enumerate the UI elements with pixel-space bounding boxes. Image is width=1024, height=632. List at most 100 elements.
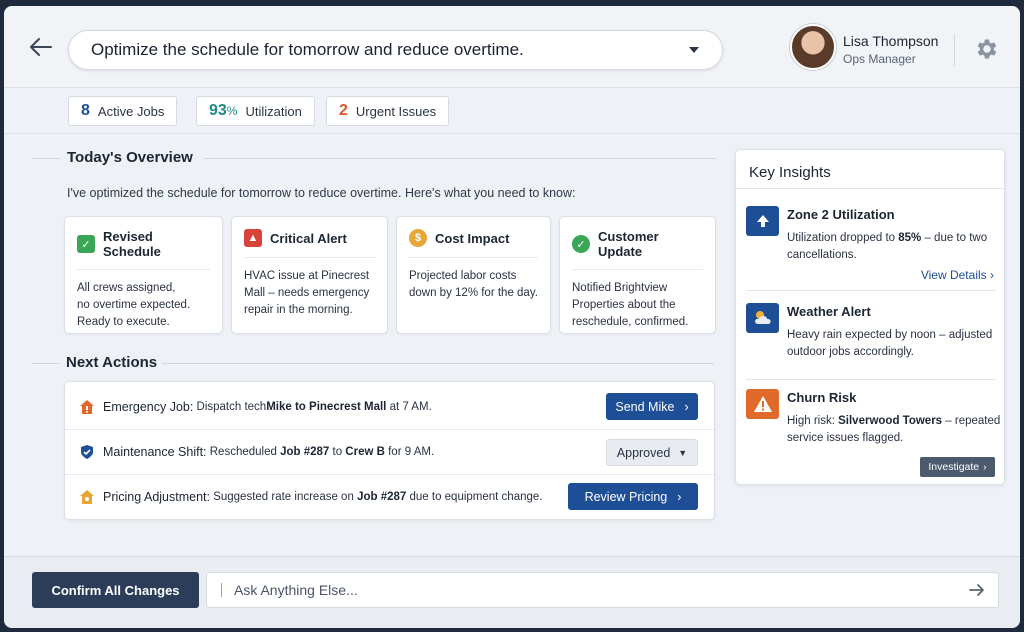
dollar-icon: $: [409, 229, 427, 247]
action-row-emergency-job: Emergency Job: Dispatch tech Mike to Pin…: [65, 384, 714, 429]
approved-dropdown[interactable]: Approved ▼: [606, 439, 698, 466]
stat-active-jobs[interactable]: 8 Active Jobs: [68, 96, 178, 126]
insight-text: High risk: Silverwood Towers – repeated …: [787, 413, 1002, 447]
stat-value: 93: [209, 102, 227, 119]
action-lead: Emergency Job:: [103, 399, 194, 414]
stat-urgent-issues[interactable]: 2 Urgent Issues: [326, 96, 450, 126]
card-title: Revised Schedule: [103, 229, 161, 259]
next-actions-title: Next Actions: [66, 354, 158, 371]
overview-title: Today's Overview: [67, 149, 193, 166]
card-critical-alert[interactable]: ▲ Critical Alert HVAC issue at Pinecrest…: [231, 216, 388, 334]
card-title: Cost Impact: [435, 230, 510, 246]
footer: Confirm All Changes Ask Anything Else...: [4, 556, 1020, 628]
stat-value: 2: [339, 102, 348, 119]
insight-zone2-utilization: Zone 2 Utilization Utilization dropped t…: [746, 206, 998, 286]
section-rule: [162, 363, 714, 364]
send-mike-button[interactable]: Send Mike ›: [606, 393, 698, 420]
action-bold: Mike to Pinecrest Mall: [266, 400, 387, 413]
divider: [736, 188, 1004, 189]
ask-input[interactable]: Ask Anything Else...: [206, 572, 999, 608]
section-rule: [204, 158, 716, 159]
divider: [746, 290, 996, 291]
stat-suffix: %: [226, 104, 238, 118]
card-line: Properties about the: [572, 299, 676, 311]
card-line: reschedule, confirmed.: [572, 316, 689, 328]
card-line: Notified Brightview: [572, 282, 668, 294]
insight-text: Heavy rain expected by noon – adjusted o…: [787, 329, 993, 358]
text-cursor: [221, 583, 222, 597]
card-body: Projected labor costs down by 12% for th…: [409, 258, 538, 302]
shield-icon: [81, 445, 93, 459]
prompt-dropdown[interactable]: Optimize the schedule for tomorrow and r…: [68, 30, 723, 70]
stat-label: Active Jobs: [97, 103, 165, 119]
weather-icon: [746, 303, 779, 333]
card-line: HVAC issue at Pinecrest: [244, 270, 370, 282]
overview-intro: I've optimized the schedule for tomorrow…: [67, 186, 576, 200]
insight-text: Utilization dropped to 85% – due to two …: [787, 230, 1002, 264]
investigate-button[interactable]: Investigate ›: [920, 457, 995, 477]
action-text: Rescheduled: [209, 446, 281, 458]
section-rule: [32, 158, 60, 159]
action-bold: Crew B: [345, 446, 385, 458]
next-actions-list: Emergency Job: Dispatch tech Mike to Pin…: [64, 381, 715, 520]
divider: [746, 379, 996, 380]
view-details-link[interactable]: View Details ›: [921, 268, 994, 282]
stat-label: Utilization: [245, 103, 302, 119]
card-body: HVAC issue at Pinecrest Mall – needs eme…: [244, 258, 375, 319]
section-rule: [32, 363, 60, 364]
card-line: Ready to execute.: [77, 316, 170, 328]
button-label: Approved: [616, 445, 671, 460]
action-text: at 7 AM.: [386, 400, 432, 413]
action-text: Suggested rate increase on: [213, 491, 358, 503]
button-label: Send Mike: [615, 399, 675, 414]
header-divider: [954, 34, 955, 66]
user-name: Lisa Thompson: [843, 33, 939, 49]
avatar[interactable]: [790, 24, 836, 70]
card-line: repair in the morning.: [244, 304, 353, 316]
arrow-up-icon: [746, 206, 779, 236]
warning-icon: [746, 389, 779, 419]
card-body: All crews assigned, no overtime expected…: [77, 270, 210, 331]
chevron-right-icon: ›: [983, 461, 987, 473]
card-revised-schedule[interactable]: ✓ Revised Schedule All crews assigned, n…: [64, 216, 223, 334]
card-body: Notified Brightview Properties about the…: [572, 270, 703, 331]
action-lead: Maintenance Shift:: [103, 445, 207, 459]
stat-utilization[interactable]: 93 % Utilization: [196, 96, 315, 126]
insight-churn-risk: Churn Risk High risk: Silverwood Towers …: [746, 389, 1000, 449]
insight-text-part: High risk:: [787, 415, 839, 427]
chevron-right-icon: ›: [677, 489, 682, 504]
chevron-down-icon: ▼: [678, 447, 688, 458]
insight-bold: Silverwood Towers: [838, 415, 943, 427]
card-cost-impact[interactable]: $ Cost Impact Projected labor costs down…: [396, 216, 551, 334]
check-circle-icon: ✓: [572, 235, 590, 253]
confirm-all-changes-button[interactable]: Confirm All Changes: [32, 572, 199, 608]
header: Optimize the schedule for tomorrow and r…: [4, 6, 1020, 88]
link-label: View Details: [920, 268, 987, 282]
action-bold: Job #287: [357, 491, 407, 503]
action-row-pricing-adjustment: Pricing Adjustment: Suggested rate incre…: [65, 474, 714, 519]
home-alert-icon: [80, 399, 94, 414]
card-line: down by 12% for the day.: [409, 287, 538, 299]
action-text: due to equipment change.: [406, 491, 543, 503]
chevron-right-icon: ›: [684, 399, 689, 414]
card-customer-update[interactable]: ✓ Customer Update Notified Brightview Pr…: [559, 216, 716, 334]
insight-weather-alert: Weather Alert Heavy rain expected by noo…: [746, 303, 998, 373]
gear-icon[interactable]: [974, 36, 1000, 62]
key-insights-panel: Key Insights Zone 2 Utilization Utilizat…: [735, 149, 1005, 485]
stats-bar: 8 Active Jobs 93 % Utilization 2 Urgent …: [4, 88, 1020, 134]
back-arrow-icon: [30, 38, 52, 56]
action-lead: Pricing Adjustment:: [103, 490, 210, 504]
prompt-text: Optimize the schedule for tomorrow and r…: [91, 40, 524, 59]
card-title: Critical Alert: [270, 230, 347, 246]
back-button[interactable]: [28, 34, 54, 60]
action-row-maintenance-shift: Maintenance Shift: Rescheduled Job #287 …: [65, 429, 714, 474]
card-line: no overtime expected.: [77, 299, 191, 311]
card-line: Projected labor costs: [409, 270, 517, 282]
stat-label: Urgent Issues: [355, 103, 437, 119]
insight-title: Churn Risk: [787, 390, 857, 405]
card-title: Customer Update: [598, 229, 659, 259]
send-arrow-icon[interactable]: [968, 581, 986, 599]
review-pricing-button[interactable]: Review Pricing ›: [568, 483, 698, 510]
tag-icon: [80, 490, 94, 504]
stat-value: 8: [81, 102, 90, 119]
